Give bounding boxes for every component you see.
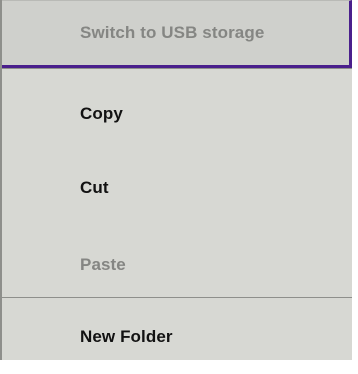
context-menu: Switch to USB storage Copy Cut Paste New… (0, 0, 352, 360)
copy-item[interactable]: Copy (2, 77, 352, 151)
switch-to-usb-storage-label: Switch to USB storage (80, 23, 265, 42)
copy-label: Copy (80, 104, 123, 123)
new-folder-item[interactable]: New Folder (2, 300, 352, 374)
paste-label: Paste (80, 255, 126, 274)
cut-item[interactable]: Cut (2, 151, 352, 225)
menu-divider (2, 297, 352, 298)
menu-divider (2, 68, 352, 69)
paste-item[interactable]: Paste (2, 228, 352, 302)
cut-label: Cut (80, 178, 109, 197)
switch-to-usb-storage-item[interactable]: Switch to USB storage (2, 0, 352, 68)
new-folder-label: New Folder (80, 327, 173, 346)
